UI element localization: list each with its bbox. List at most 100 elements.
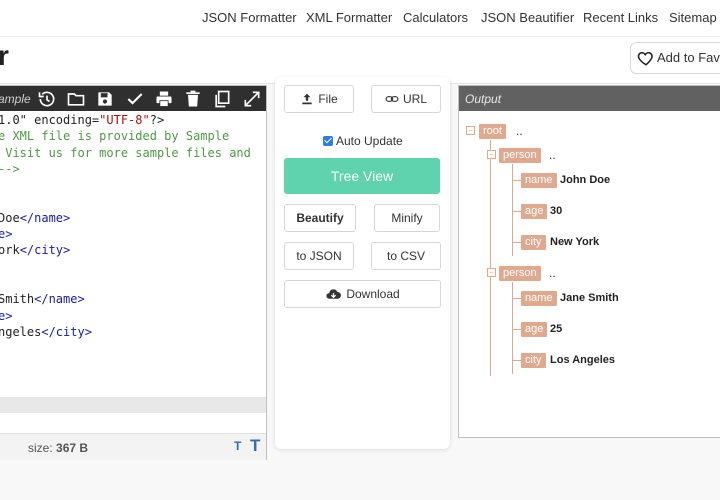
tree-value: New York [550,236,600,248]
code-token: 1.0" encoding= [0,113,100,127]
sample-link[interactable]: ample [0,92,31,106]
file-label: File [318,92,338,106]
branch-connector [512,180,521,181]
tree-value: Los Angeles [550,354,615,366]
person-1-ellipsis: .. [549,148,556,162]
code-token: ngeles [0,324,42,339]
xml-editor: ample 1.0" encoding="UTF-8"?> e XML file … [0,85,267,460]
download-label: Download [346,287,400,301]
beautify-button[interactable]: Beautify [284,204,356,232]
nav-calculators[interactable]: Calculators [403,10,468,25]
delete-icon[interactable] [183,89,203,109]
actions-panel: File URL Auto Update Tree View Beautify … [275,77,450,449]
add-to-fav-button[interactable]: Add to Fav [630,42,720,74]
nav-json-formatter[interactable]: JSON Formatter [202,10,297,25]
increase-font-button[interactable]: T [250,436,260,456]
code-token: "UTF-8" [99,113,150,127]
minify-button[interactable]: Minify [374,204,440,232]
code-line: Visit us for more sample files and [0,146,251,162]
tree-view-button[interactable]: Tree View [284,158,440,194]
page-title: r [0,40,9,71]
open-folder-icon[interactable] [66,89,86,109]
auto-update-checkbox[interactable] [323,136,333,146]
tree-key-city[interactable]: city [521,235,546,250]
url-button[interactable]: URL [371,85,441,113]
copy-icon[interactable] [212,89,232,109]
code-line: ngeles</city> [0,325,92,341]
code-token: </city> [41,324,92,339]
branch-connector [512,242,521,243]
root-branch-line [490,140,491,376]
tree-node-root[interactable]: root [479,124,506,139]
code-line: Smith</name> [0,292,85,308]
tree-key-age[interactable]: age [521,204,548,219]
editor-toolbar: ample [0,86,266,111]
validate-check-icon[interactable] [125,89,145,109]
tree-node-person-2[interactable]: person [499,266,541,281]
url-label: URL [402,92,427,106]
code-line: Doe</name> [0,211,70,227]
to-csv-button[interactable]: to CSV [371,242,441,270]
code-line: e> [0,227,12,243]
tree-key-name[interactable]: name [521,173,557,188]
code-token: Smith [0,292,35,307]
code-line: 1.0" encoding="UTF-8"?> [0,113,164,129]
save-icon[interactable] [95,89,115,109]
code-token: e XML file is provided by Sample [0,129,230,144]
collapse-root-toggle[interactable]: − [466,126,475,135]
code-token: ?> [149,113,165,127]
code-line: --> [0,162,20,178]
to-json-button[interactable]: to JSON [284,242,354,270]
history-icon[interactable] [37,89,57,109]
code-area[interactable]: 1.0" encoding="UTF-8"?> e XML file is pro… [0,111,266,433]
auto-update-label: Auto Update [336,134,403,148]
tree-key-city[interactable]: city [521,353,546,368]
upload-icon [302,93,312,105]
code-token: Doe [0,210,20,225]
tree-key-name[interactable]: name [521,291,557,306]
code-token: Visit us for more sample files and [0,145,251,160]
link-icon [385,96,399,102]
nav-recent-links[interactable]: Recent Links [583,10,658,25]
code-token: --> [0,161,20,176]
cloud-download-icon [326,288,342,299]
branch-connector [512,211,521,212]
tree-value: Jane Smith [560,292,619,304]
tree-node-person-1[interactable]: person [499,148,541,163]
auto-update-toggle[interactable]: Auto Update [323,134,403,148]
collapse-person-2-toggle[interactable]: − [487,268,496,277]
code-line: ork</city> [0,243,70,259]
decrease-font-button[interactable]: T [234,439,241,453]
file-upload-button[interactable]: File [284,85,354,113]
branch-connector [512,360,521,361]
code-line: e> [0,309,12,325]
tree-key-age[interactable]: age [521,322,548,337]
nav-sitemap[interactable]: Sitemap [669,10,717,25]
tree-value: 25 [550,323,563,335]
output-panel: Output − root .. − person .. name John D… [458,85,720,438]
fullscreen-icon[interactable] [242,89,262,109]
file-size: size: 367 B [28,441,89,455]
editor-status-bar: size: 367 B T T [0,433,266,460]
add-to-fav-label: Add to Fav [657,50,720,65]
nav-json-beautifier[interactable]: JSON Beautifier [481,10,574,25]
code-line: e XML file is provided by Sample [0,129,229,145]
download-button[interactable]: Download [284,280,441,308]
output-title: Output [465,92,502,106]
code-token: </name> [34,292,85,307]
nav-xml-formatter[interactable]: XML Formatter [306,10,392,25]
branch-connector [512,298,521,299]
code-token: e> [0,308,13,323]
collapse-person-1-toggle[interactable]: − [487,150,496,159]
print-icon[interactable] [154,89,174,109]
current-line-highlight [0,397,266,413]
root-ellipsis: .. [516,124,523,138]
person-2-ellipsis: .. [549,266,556,280]
code-token: </city> [19,243,71,258]
top-navigation: JSON Formatter XML Formatter Calculators… [0,0,720,37]
heart-icon [637,49,655,67]
tree-value: 30 [550,205,563,217]
branch-connector [512,329,521,330]
code-token: ork [0,243,20,258]
tree-value: John Doe [560,174,611,186]
